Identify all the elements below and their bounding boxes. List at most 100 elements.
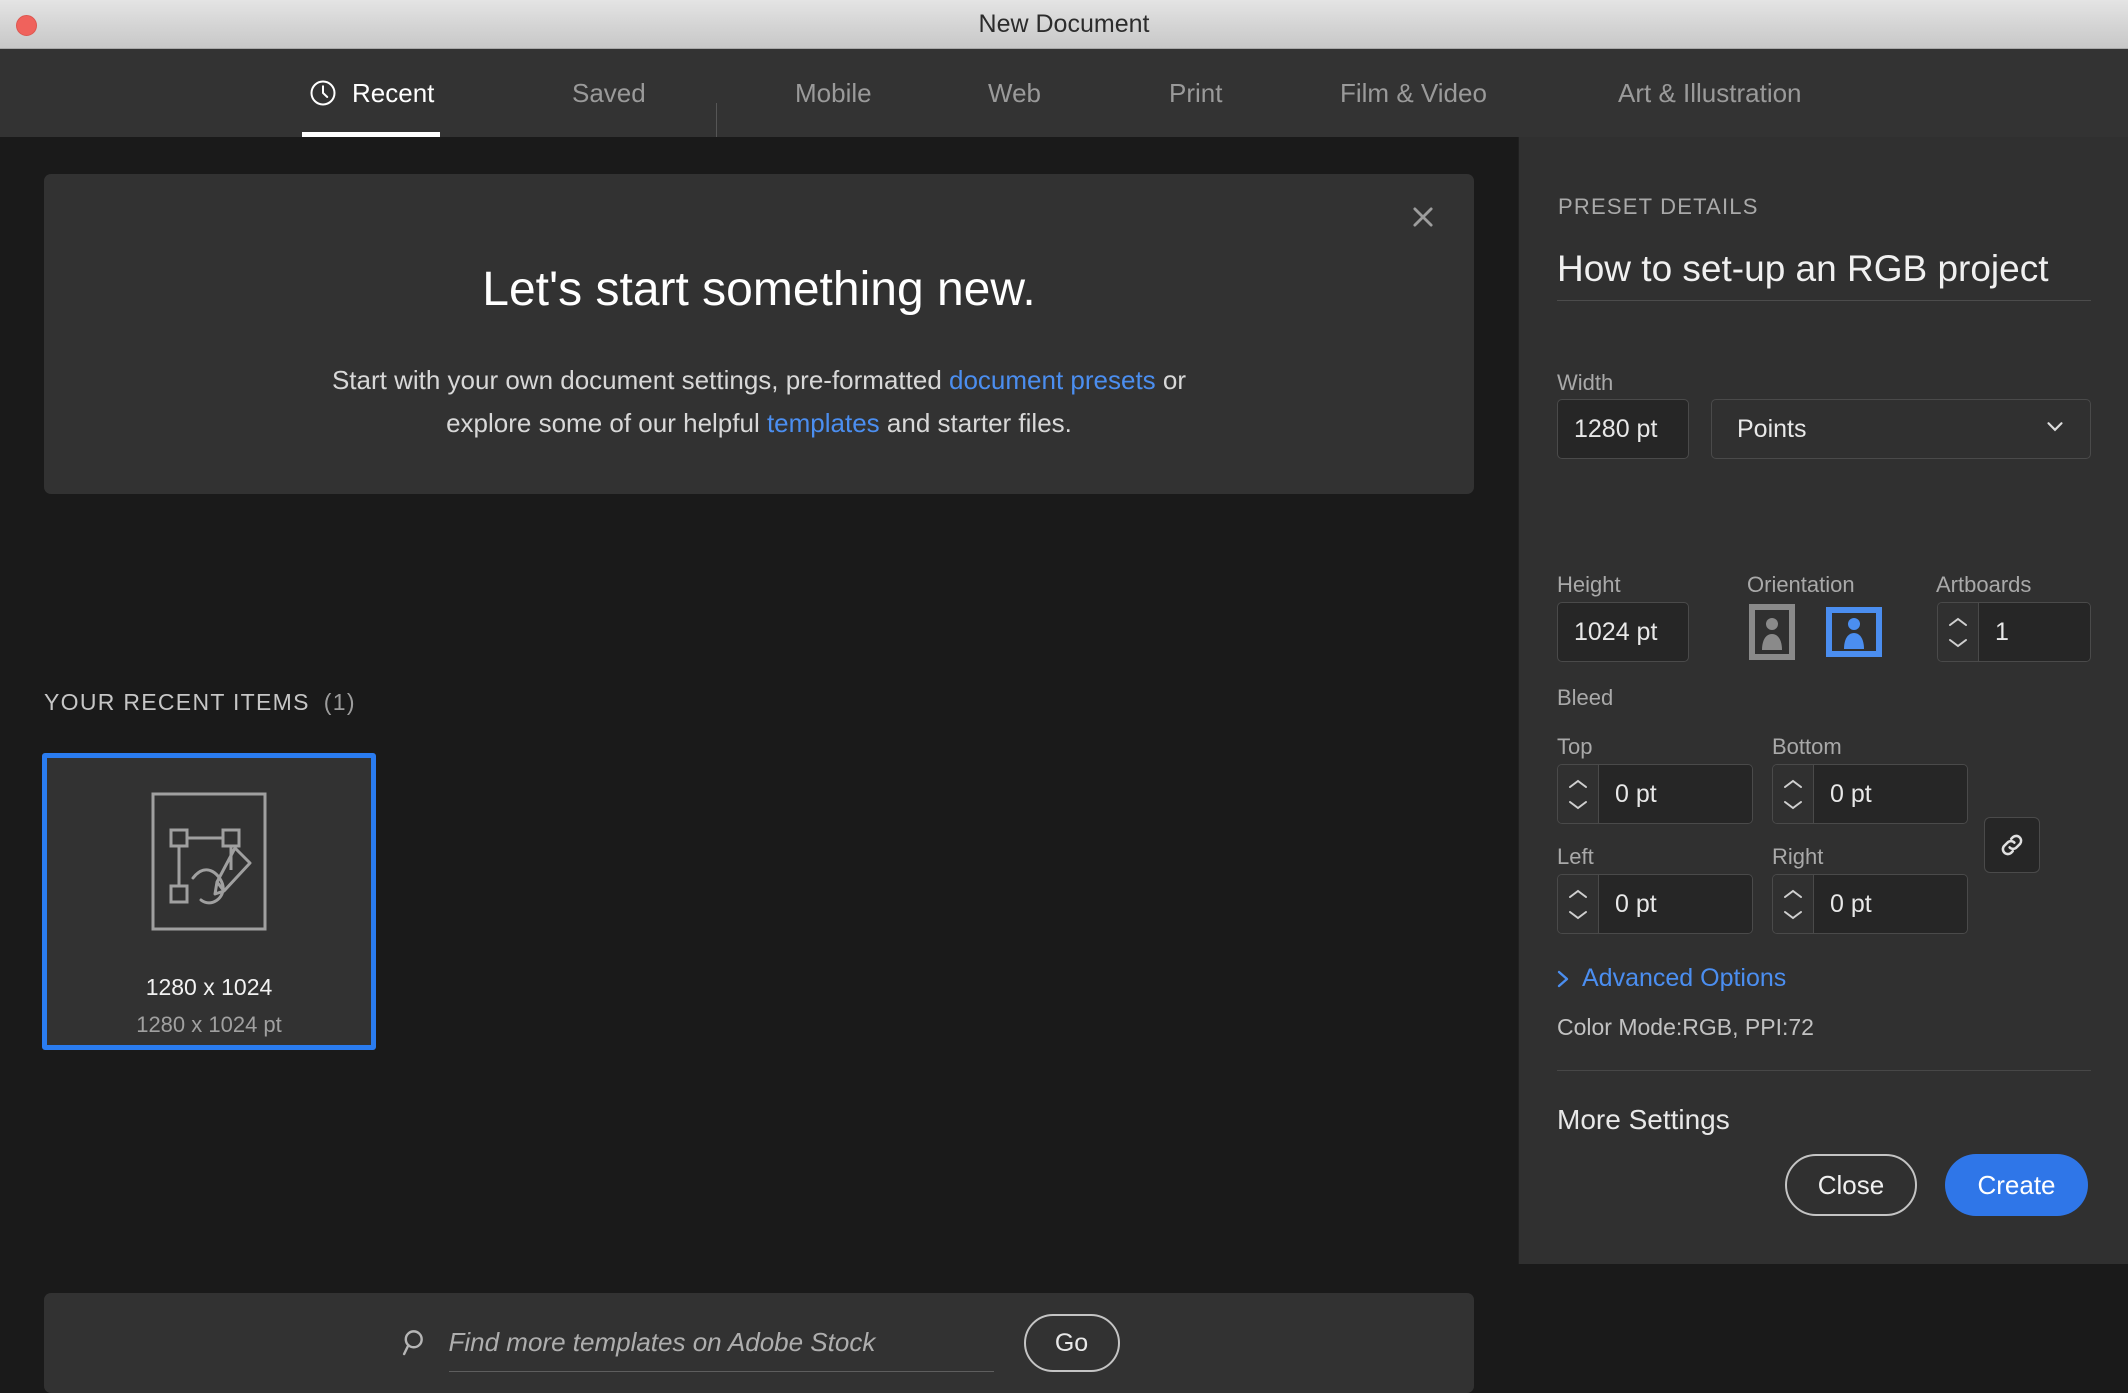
tab-print-label: Print: [1169, 78, 1222, 109]
panel-footer-buttons: Close Create: [1785, 1154, 2088, 1216]
tab-bar: Recent Saved Mobile Web Print Film & Vid…: [0, 49, 2128, 137]
search-input[interactable]: [449, 1314, 994, 1372]
hero-line1-pre: Start with your own document settings, p…: [332, 365, 949, 395]
recent-items-heading-label: YOUR RECENT ITEMS: [44, 689, 310, 715]
bleed-bottom-value: 0 pt: [1814, 765, 1967, 823]
tab-recent[interactable]: Recent: [302, 49, 440, 137]
more-settings-divider: [1557, 1070, 2091, 1071]
tab-film-video-label: Film & Video: [1340, 78, 1487, 109]
recent-items-count: (1): [324, 689, 356, 715]
window-titlebar: New Document: [0, 0, 2128, 49]
link-icon: [1996, 829, 2028, 861]
preset-name-input[interactable]: [1557, 237, 2091, 301]
bleed-left-stepper[interactable]: 0 pt: [1557, 874, 1753, 934]
bleed-bottom-label: Bottom: [1772, 734, 1842, 760]
height-input[interactable]: [1557, 602, 1689, 662]
hero-banner: Let's start something new. Start with yo…: [44, 174, 1474, 494]
tab-art-illustration-label: Art & Illustration: [1618, 78, 1802, 109]
tab-web[interactable]: Web: [982, 49, 1047, 137]
recent-items-heading: YOUR RECENT ITEMS (1): [44, 689, 356, 716]
units-select-value: Points: [1737, 415, 1806, 444]
bleed-link-button[interactable]: [1984, 817, 2040, 873]
bleed-bottom-stepper[interactable]: 0 pt: [1772, 764, 1968, 824]
hero-subtitle: Start with your own document settings, p…: [44, 359, 1474, 445]
chevron-down-icon: [1782, 799, 1804, 811]
bleed-right-stepper[interactable]: 0 pt: [1772, 874, 1968, 934]
tab-mobile-label: Mobile: [795, 78, 872, 109]
orientation-landscape-icon: [1826, 607, 1882, 657]
recent-item-card[interactable]: 1280 x 1024 1280 x 1024 pt: [42, 753, 376, 1050]
bleed-right-arrows[interactable]: [1773, 875, 1814, 933]
chevron-up-icon: [1782, 778, 1804, 790]
search-icon: [399, 1326, 433, 1360]
recent-item-name: 1280 x 1024: [47, 974, 371, 1001]
hero-line2-pre: explore some of our helpful: [446, 408, 767, 438]
templates-link[interactable]: templates: [767, 408, 880, 438]
tab-web-label: Web: [988, 78, 1041, 109]
chevron-up-icon: [1782, 888, 1804, 900]
close-icon: [1409, 203, 1437, 231]
left-pane: Let's start something new. Start with yo…: [0, 137, 1518, 1264]
bleed-left-label: Left: [1557, 844, 1594, 870]
recent-items-grid: 1280 x 1024 1280 x 1024 pt: [42, 753, 376, 1050]
chevron-down-icon: [1782, 909, 1804, 921]
bleed-left-value: 0 pt: [1599, 875, 1752, 933]
hero-title: Let's start something new.: [44, 262, 1474, 317]
orientation-portrait-button[interactable]: [1744, 602, 1800, 662]
width-input[interactable]: [1557, 399, 1689, 459]
stock-search-bar: Go: [44, 1293, 1474, 1393]
artboards-stepper-arrows[interactable]: [1938, 603, 1979, 661]
color-mode-summary: Color Mode:RGB, PPI:72: [1557, 1014, 1814, 1041]
preset-details-panel: PRESET DETAILS Width Points Height Orien…: [1518, 137, 2128, 1264]
orientation-portrait-icon: [1749, 604, 1795, 660]
advanced-options-toggle[interactable]: Advanced Options: [1555, 964, 1786, 993]
clock-icon: [308, 78, 338, 108]
chevron-down-icon: [1947, 637, 1969, 649]
bleed-bottom-arrows[interactable]: [1773, 765, 1814, 823]
tab-mobile[interactable]: Mobile: [789, 49, 878, 137]
artboards-stepper[interactable]: 1: [1937, 602, 2091, 662]
tab-print[interactable]: Print: [1163, 49, 1228, 137]
hero-close-button[interactable]: [1402, 196, 1444, 238]
chevron-right-icon: [1555, 967, 1571, 991]
tab-saved-label: Saved: [572, 78, 646, 109]
search-go-button[interactable]: Go: [1024, 1314, 1120, 1372]
units-select[interactable]: Points: [1711, 399, 2091, 459]
recent-item-thumbnail: [47, 790, 371, 933]
bleed-right-value: 0 pt: [1814, 875, 1967, 933]
preset-details-label: PRESET DETAILS: [1558, 194, 1759, 220]
width-label: Width: [1557, 370, 1613, 396]
artboards-label: Artboards: [1936, 572, 2031, 598]
bleed-top-arrows[interactable]: [1558, 765, 1599, 823]
bleed-top-label: Top: [1557, 734, 1592, 760]
tab-recent-label: Recent: [352, 78, 434, 109]
bleed-top-stepper[interactable]: 0 pt: [1557, 764, 1753, 824]
window-title: New Document: [0, 0, 2128, 49]
close-button[interactable]: Close: [1785, 1154, 1917, 1216]
recent-item-size: 1280 x 1024 pt: [47, 1012, 371, 1038]
tab-film-video[interactable]: Film & Video: [1334, 49, 1493, 137]
chevron-up-icon: [1567, 778, 1589, 790]
chevron-down-icon: [1567, 909, 1589, 921]
create-button[interactable]: Create: [1945, 1154, 2088, 1216]
chevron-up-icon: [1567, 888, 1589, 900]
artboard-pen-icon: [149, 790, 269, 933]
chevron-down-icon: [2042, 413, 2068, 446]
artboards-value: 1: [1979, 603, 2090, 661]
bleed-label: Bleed: [1557, 685, 1613, 711]
bleed-right-label: Right: [1772, 844, 1823, 870]
chevron-down-icon: [1567, 799, 1589, 811]
bleed-top-value: 0 pt: [1599, 765, 1752, 823]
orientation-landscape-button[interactable]: [1823, 602, 1885, 662]
tab-saved[interactable]: Saved: [566, 49, 652, 137]
document-presets-link[interactable]: document presets: [949, 365, 1156, 395]
chevron-up-icon: [1947, 616, 1969, 628]
hero-line2-post: and starter files.: [880, 408, 1072, 438]
advanced-options-label: Advanced Options: [1582, 964, 1786, 993]
hero-line1-post: or: [1156, 365, 1186, 395]
orientation-label: Orientation: [1747, 572, 1855, 598]
bleed-left-arrows[interactable]: [1558, 875, 1599, 933]
height-label: Height: [1557, 572, 1621, 598]
more-settings-button[interactable]: More Settings: [1557, 1104, 1730, 1136]
tab-art-illustration[interactable]: Art & Illustration: [1612, 49, 1808, 137]
